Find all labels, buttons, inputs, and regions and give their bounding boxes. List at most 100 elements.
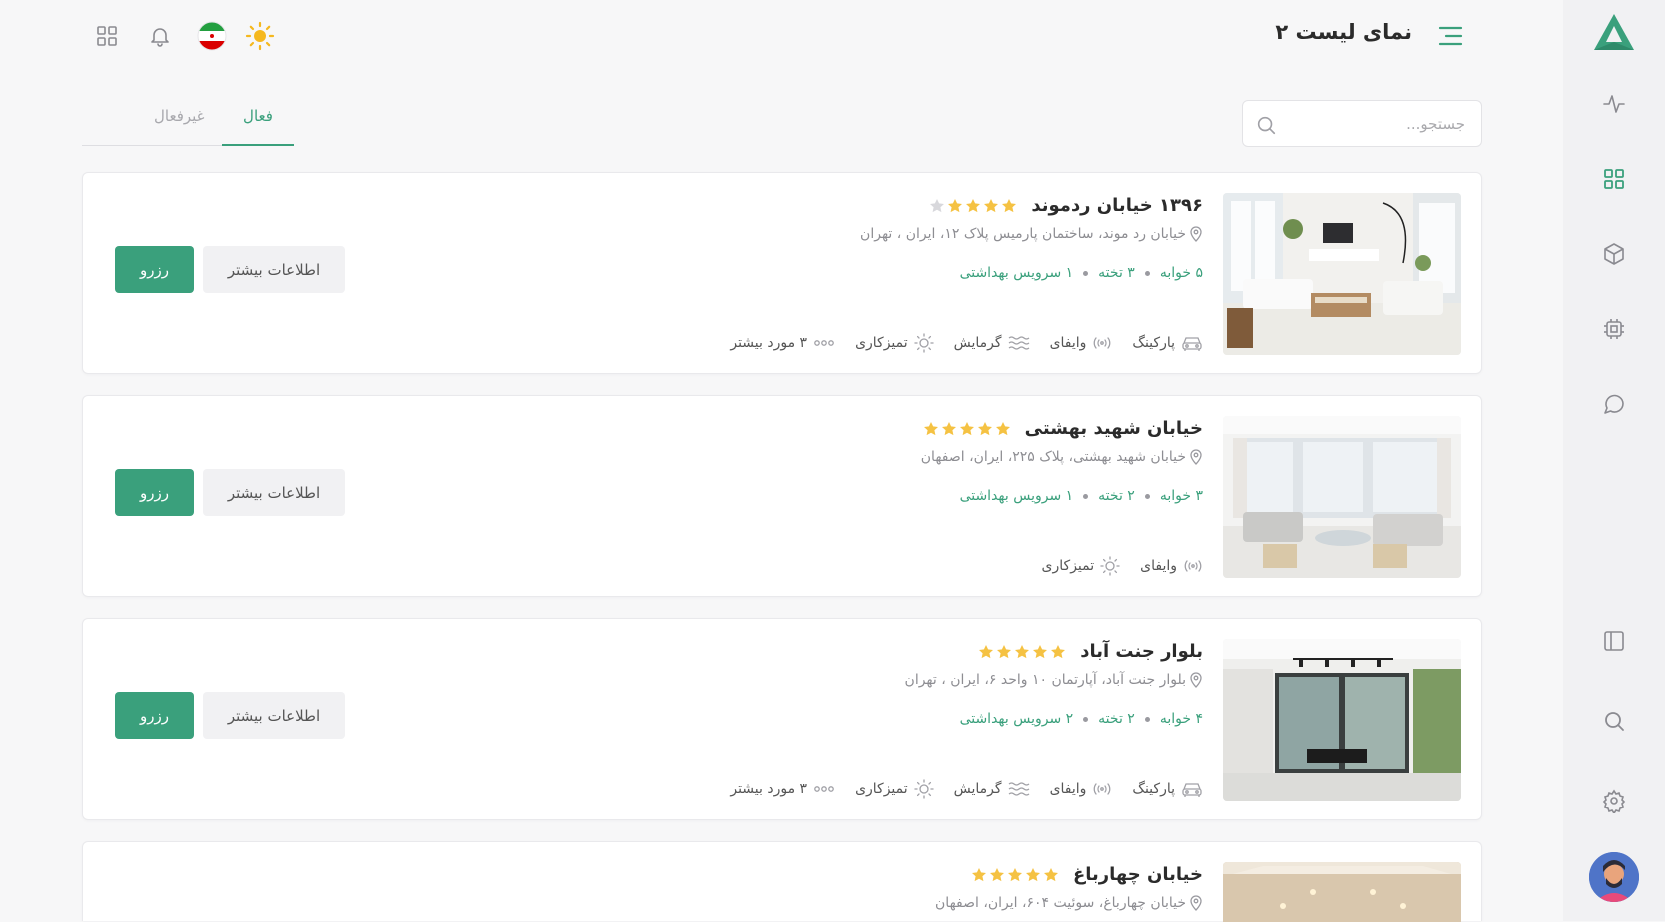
listing-title[interactable]: خیابان شهید بهشتی [1025, 418, 1203, 439]
sparkle-icon [914, 333, 934, 353]
address-text: بلوار جنت آباد، آپارتمان ۱۰ واحد ۶، ایرا… [904, 672, 1186, 688]
listing-card: ۱۳۹۶ خیابان ردموند خیابان رد موند، ساختم… [82, 172, 1482, 374]
rating-stars [978, 644, 1066, 660]
bedrooms: ۳ خوابه [1159, 488, 1203, 504]
separator-dot [1144, 716, 1150, 722]
cube-icon[interactable] [1600, 240, 1628, 268]
listing-photo[interactable] [1223, 193, 1461, 355]
tab-inactive[interactable]: غیرفعال [154, 106, 205, 126]
star-icon [977, 421, 993, 437]
address-text: خیابان شهید بهشتی، پلاک ۲۲۵، ایران، اصفه… [920, 449, 1186, 465]
user-avatar[interactable] [1589, 852, 1639, 902]
search-icon[interactable] [1600, 707, 1628, 735]
listing-specs: ۵ خوابه ۳ تخته ۱ سرویس بهداشتی [960, 265, 1203, 281]
listing-address: خیابان شهید بهشتی، پلاک ۲۲۵، ایران، اصفه… [921, 449, 1203, 465]
more-info-button[interactable]: اطلاعات بیشتر [203, 469, 345, 516]
bedrooms: ۵ خوابه [1159, 265, 1203, 281]
listing-title-row: خیابان شهید بهشتی [923, 418, 1203, 439]
amenity-cleaning: تمیزکاری [855, 333, 934, 353]
amenity-label: تمیزکاری [1041, 558, 1095, 574]
amenity-heating: گرمایش [954, 335, 1030, 351]
star-icon [947, 198, 963, 214]
more-info-button[interactable]: اطلاعات بیشتر [203, 246, 345, 293]
listing-photo[interactable] [1223, 416, 1461, 578]
grid-icon[interactable] [1600, 165, 1628, 193]
amenity-label: وایفای [1140, 558, 1177, 574]
listing-address: خیابان چهارباغ، سوئیت ۶۰۴، ایران، اصفهان [935, 895, 1203, 911]
settings-icon[interactable] [1600, 787, 1628, 815]
amenities-row: پارکینگ وایفای گرمایش تمیزکاری ۳ مورد بی… [730, 779, 1203, 799]
sparkle-icon [1100, 556, 1120, 576]
book-button[interactable]: رزرو [115, 469, 194, 516]
listing-title-row: بلوار جنت آباد [978, 641, 1203, 662]
listing-specs: ۳ خوابه ۲ تخته ۱ سرویس بهداشتی [960, 488, 1203, 504]
separator-dot [1144, 493, 1150, 499]
listing-photo[interactable] [1223, 639, 1461, 801]
address-text: خیابان رد موند، ساختمان پارمیس پلاک ۱۲، … [860, 226, 1186, 242]
beds: ۲ تخته [1098, 488, 1135, 504]
flag-iran-icon[interactable] [197, 21, 227, 51]
more-info-button[interactable]: اطلاعات بیشتر [203, 692, 345, 739]
layout-icon[interactable] [1600, 627, 1628, 655]
rating-stars [971, 867, 1059, 883]
car-icon [1181, 780, 1203, 798]
bell-icon[interactable] [145, 21, 175, 51]
star-icon [983, 198, 999, 214]
amenity-label: گرمایش [953, 781, 1002, 797]
beds: ۲ تخته [1098, 711, 1135, 727]
separator-dot [1144, 270, 1150, 276]
tab-active[interactable]: فعال [222, 106, 294, 146]
amenities-row: وایفای تمیزکاری [1042, 556, 1203, 576]
star-icon [1025, 867, 1041, 883]
beds: ۳ تخته [1098, 265, 1135, 281]
theme-sun-icon[interactable] [245, 21, 275, 51]
star-icon [959, 421, 975, 437]
sidebar [1563, 0, 1665, 921]
search-field-icon [1255, 114, 1277, 136]
star-icon [1043, 867, 1059, 883]
listing-card: بلوار جنت آباد بلوار جنت آباد، آپارتمان … [82, 618, 1482, 820]
star-icon [971, 867, 987, 883]
app-logo[interactable] [1592, 12, 1636, 52]
book-button[interactable]: رزرو [115, 692, 194, 739]
separator-dot [1083, 716, 1089, 722]
chat-icon[interactable] [1600, 390, 1628, 418]
amenity-label: پارکینگ [1132, 335, 1175, 351]
amenity-wifi: وایفای [1050, 335, 1113, 351]
star-icon [996, 644, 1012, 660]
separator-dot [1083, 270, 1089, 276]
star-icon [1001, 198, 1017, 214]
listing-title[interactable]: خیابان چهارباغ [1073, 864, 1203, 885]
more-dots-icon [813, 785, 835, 793]
status-tabs: فعال غیرفعال [82, 96, 294, 146]
chip-icon[interactable] [1600, 315, 1628, 343]
amenity-more[interactable]: ۳ مورد بیشتر [730, 781, 835, 797]
rating-stars [929, 198, 1017, 214]
car-icon [1181, 334, 1203, 352]
listing-title[interactable]: ۱۳۹۶ خیابان ردموند [1031, 195, 1203, 216]
apps-grid-icon[interactable] [92, 21, 122, 51]
amenity-label: ۳ مورد بیشتر [730, 781, 808, 797]
book-button[interactable]: رزرو [115, 246, 194, 293]
page-title: نمای لیست ۲ [1275, 20, 1412, 44]
activity-icon[interactable] [1600, 90, 1628, 118]
listing-photo[interactable] [1223, 862, 1461, 922]
amenity-more[interactable]: ۳ مورد بیشتر [730, 335, 835, 351]
heating-icon [1008, 335, 1030, 351]
star-icon [965, 198, 981, 214]
search-input[interactable] [1287, 101, 1467, 146]
star-icon [978, 644, 994, 660]
bathrooms: ۲ سرویس بهداشتی [959, 711, 1074, 727]
search-box[interactable] [1242, 100, 1482, 147]
star-icon [941, 421, 957, 437]
address-text: خیابان چهارباغ، سوئیت ۶۰۴، ایران، اصفهان [935, 895, 1186, 911]
menu-icon[interactable] [1434, 21, 1464, 51]
star-icon [1050, 644, 1066, 660]
amenity-label: تمیزکاری [855, 335, 908, 351]
star-icon [1014, 644, 1030, 660]
amenity-label: تمیزکاری [855, 781, 908, 797]
separator-dot [1083, 493, 1089, 499]
listing-title[interactable]: بلوار جنت آباد [1080, 641, 1203, 662]
amenity-cleaning: تمیزکاری [855, 779, 934, 799]
wifi-icon [1092, 781, 1112, 797]
